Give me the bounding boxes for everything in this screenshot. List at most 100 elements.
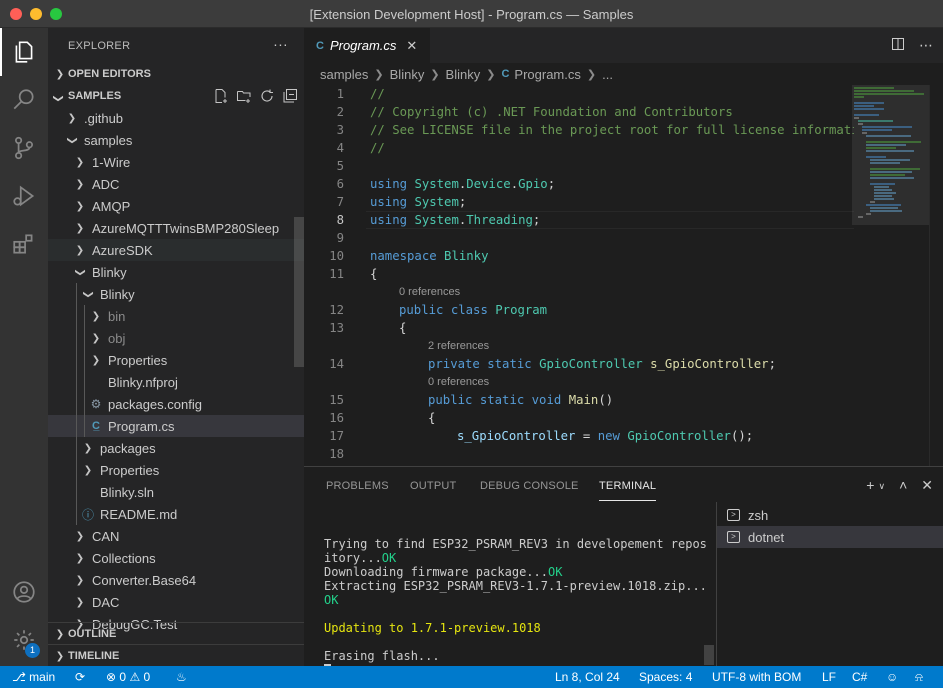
tab-problems[interactable]: PROBLEMS bbox=[326, 480, 389, 492]
tree-item-amqp[interactable]: ❯ AMQP bbox=[48, 195, 304, 217]
notifications-bell-icon[interactable]: ⍾ bbox=[915, 670, 923, 685]
explorer-icon[interactable] bbox=[0, 28, 48, 76]
tree-item-readme[interactable]: ⓘ README.md bbox=[48, 503, 304, 525]
tree-item-blinky-sln[interactable]: Blinky.sln bbox=[48, 481, 304, 503]
tree-item-dac[interactable]: ❯ DAC bbox=[48, 591, 304, 613]
minimap[interactable] bbox=[852, 85, 929, 466]
code-editor[interactable]: 1// 2// Copyright (c) .NET Foundation an… bbox=[304, 85, 854, 466]
terminal-item-dotnet[interactable]: > dotnet bbox=[717, 526, 943, 548]
maximize-panel-icon[interactable]: ˄ bbox=[899, 477, 907, 494]
tree-item-samples[interactable]: ❯ samples bbox=[48, 129, 304, 151]
indentation-status[interactable]: Spaces: 4 bbox=[639, 670, 692, 684]
indent-guide bbox=[76, 459, 77, 481]
problems-status[interactable]: ⊗ 0 ⚠ 0 bbox=[106, 670, 150, 684]
tree-item-azuremqtt[interactable]: ❯ AzureMQTTTwinsBMP280Sleep bbox=[48, 217, 304, 239]
outline-label: OUTLINE bbox=[68, 628, 117, 640]
flame-icon[interactable]: ♨ bbox=[176, 670, 187, 684]
cursor-position[interactable]: Ln 8, Col 24 bbox=[555, 670, 620, 684]
csharp-file-icon: C bbox=[501, 68, 510, 80]
feedback-icon[interactable]: ☺ bbox=[886, 670, 898, 684]
encoding-status[interactable]: UTF-8 with BOM bbox=[712, 670, 801, 684]
code-line: 1// bbox=[336, 87, 385, 101]
indent-guide bbox=[76, 393, 77, 415]
tab-output[interactable]: OUTPUT bbox=[410, 480, 456, 492]
editor-scrollbar[interactable] bbox=[929, 85, 943, 466]
timeline-section-wrapper: ❯ TIMELINE bbox=[48, 644, 304, 667]
breadcrumb-item[interactable]: Program.cs bbox=[514, 67, 580, 82]
new-terminal-icon[interactable]: + bbox=[866, 477, 874, 494]
bottom-panel: PROBLEMS OUTPUT DEBUG CONSOLE TERMINAL +… bbox=[304, 466, 943, 677]
chevron-right-icon: ❯ bbox=[586, 68, 597, 81]
manage-gear-icon[interactable]: 1 bbox=[0, 616, 48, 664]
tree-item-properties-inner[interactable]: ❯ Properties bbox=[48, 349, 304, 371]
new-file-icon[interactable] bbox=[213, 88, 229, 104]
chevron-right-icon: ❯ bbox=[75, 596, 85, 608]
tree-item-packages[interactable]: ❯ packages bbox=[48, 437, 304, 459]
panel-tabs: PROBLEMS OUTPUT DEBUG CONSOLE TERMINAL +… bbox=[304, 467, 943, 502]
tree-item-blinky-inner[interactable]: ❯ Blinky bbox=[48, 283, 304, 305]
tree-item-properties[interactable]: ❯ Properties bbox=[48, 459, 304, 481]
tree-item-can[interactable]: ❯ CAN bbox=[48, 525, 304, 547]
language-mode[interactable]: C# bbox=[852, 670, 867, 684]
terminal-scrollbar[interactable] bbox=[704, 645, 714, 665]
code-line: 8 using System.Threading; bbox=[336, 213, 541, 227]
tree-item-github[interactable]: ❯ .github bbox=[48, 107, 304, 129]
chevron-right-icon: ❯ bbox=[75, 178, 85, 190]
timeline-section[interactable]: ❯ TIMELINE bbox=[48, 645, 304, 667]
codelens[interactable]: 0 references bbox=[304, 283, 854, 301]
tree-item-nfproj[interactable]: Blinky.nfproj bbox=[48, 371, 304, 393]
terminal-item-zsh[interactable]: > zsh bbox=[717, 504, 943, 526]
code-line: 11{ bbox=[329, 267, 378, 281]
chevron-down-icon[interactable]: ∨ bbox=[878, 481, 885, 494]
more-actions-icon[interactable]: ··· bbox=[273, 36, 288, 52]
run-debug-icon[interactable] bbox=[0, 172, 48, 220]
tab-program-cs[interactable]: C Program.cs ✕ bbox=[304, 28, 430, 63]
indent-guide bbox=[84, 371, 85, 393]
extensions-icon[interactable] bbox=[0, 220, 48, 268]
codelens[interactable]: 0 references bbox=[304, 373, 854, 391]
tree-item-bin[interactable]: ❯ bin bbox=[48, 305, 304, 327]
tree-item-program-cs[interactable]: C̲ Program.cs bbox=[48, 415, 304, 437]
account-icon[interactable] bbox=[0, 568, 48, 616]
tree-item-azuresdk[interactable]: ❯ AzureSDK bbox=[48, 239, 304, 261]
breadcrumb-item[interactable]: samples bbox=[320, 67, 368, 82]
more-actions-icon[interactable]: ⋯ bbox=[919, 37, 933, 54]
chevron-right-icon: ❯ bbox=[75, 244, 85, 256]
breadcrumb-item[interactable]: ... bbox=[602, 67, 613, 82]
workspace-label: SAMPLES bbox=[68, 90, 122, 102]
workspace-section[interactable]: ❯ SAMPLES bbox=[48, 85, 304, 107]
info-icon: ⓘ bbox=[81, 507, 94, 522]
branch-status[interactable]: ⎇ main bbox=[12, 670, 55, 684]
outline-section[interactable]: ❯ OUTLINE bbox=[48, 623, 304, 645]
tree-item-blinky[interactable]: ❯ Blinky bbox=[48, 261, 304, 283]
chevron-down-icon: ❯ bbox=[66, 135, 78, 145]
search-icon[interactable] bbox=[0, 76, 48, 124]
tree-item-obj[interactable]: ❯ obj bbox=[48, 327, 304, 349]
codelens[interactable]: 2 references bbox=[304, 337, 854, 355]
tree-item-collections[interactable]: ❯ Collections bbox=[48, 547, 304, 569]
collapse-all-icon[interactable] bbox=[282, 88, 298, 104]
tree-item-converter[interactable]: ❯ Converter.Base64 bbox=[48, 569, 304, 591]
close-icon[interactable]: ✕ bbox=[406, 38, 417, 54]
terminal-output[interactable]: Trying to find ESP32_PSRAM_REV3 in devel… bbox=[324, 523, 707, 688]
sidebar-scrollbar[interactable] bbox=[294, 217, 304, 367]
close-icon[interactable]: ✕ bbox=[921, 477, 933, 494]
tree-item-adc[interactable]: ❯ ADC bbox=[48, 173, 304, 195]
new-folder-icon[interactable] bbox=[236, 88, 252, 104]
source-control-icon[interactable] bbox=[0, 124, 48, 172]
tree-item-1-wire[interactable]: ❯ 1-Wire bbox=[48, 151, 304, 173]
tab-debug-console[interactable]: DEBUG CONSOLE bbox=[480, 480, 579, 492]
split-editor-icon[interactable] bbox=[891, 37, 905, 54]
indent-guide bbox=[76, 349, 77, 371]
open-editors-section[interactable]: ❯ OPEN EDITORS bbox=[48, 63, 304, 85]
tree-item-packages-config[interactable]: ⚙ packages.config bbox=[48, 393, 304, 415]
sync-icon[interactable]: ⟳ bbox=[75, 670, 85, 684]
eol-status[interactable]: LF bbox=[822, 670, 836, 684]
breadcrumb-item[interactable]: Blinky bbox=[390, 67, 425, 82]
breadcrumb-item[interactable]: Blinky bbox=[446, 67, 481, 82]
refresh-icon[interactable] bbox=[259, 88, 275, 104]
csharp-file-icon: C̲ bbox=[92, 420, 100, 432]
indent-guide bbox=[76, 437, 77, 459]
code-line: 12 public class Program bbox=[329, 303, 548, 317]
tab-terminal[interactable]: TERMINAL bbox=[599, 480, 657, 501]
